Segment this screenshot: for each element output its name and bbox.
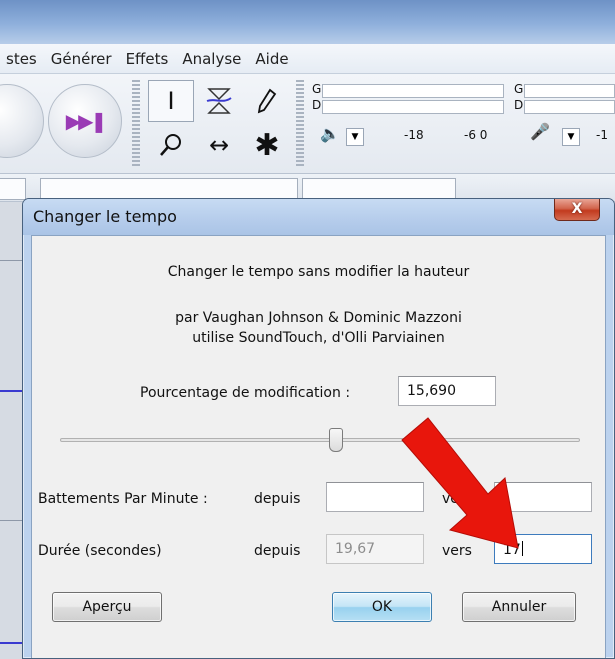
effect-library: utilise SoundTouch, d'Olli Parviainen (192, 330, 445, 346)
skip-to-end-icon: ▶▶❚ (65, 109, 108, 133)
menu-item-aide[interactable]: Aide (255, 50, 288, 68)
record-meter-dropdown[interactable]: ▼ (562, 128, 580, 146)
skip-to-end-button[interactable]: ▶▶❚ (48, 84, 122, 158)
playback-meter-d-label: D (312, 98, 322, 112)
dialog-body: Changer le tempo sans modifier la hauteu… (31, 235, 606, 658)
stop-button[interactable] (0, 84, 44, 158)
effect-authors: par Vaughan Johnson & Dominic Mazzoni (175, 310, 462, 326)
percent-slider[interactable] (60, 438, 580, 442)
multi-tool-icon[interactable]: ✱ (244, 124, 290, 166)
meter-toolbar: G D G D 🔈 ▼ -18 -6 0 🎤 ▼ -1 (308, 80, 615, 170)
meter-scale-1: -1 (596, 128, 608, 142)
duration-from-label: depuis (254, 543, 301, 559)
input-device-combo[interactable] (302, 178, 456, 200)
preview-button[interactable]: Aperçu (52, 592, 162, 622)
microphone-icon: 🎤 (530, 122, 550, 141)
record-meter-left[interactable] (524, 84, 615, 98)
draw-tool-icon[interactable] (244, 80, 290, 122)
effect-description: Changer le tempo sans modifier la hauteu… (167, 264, 470, 280)
timeshift-tool-icon[interactable]: ↔ (196, 124, 242, 166)
tools-toolbar: I ↔ ✱ (148, 80, 290, 168)
envelope-tool-icon[interactable] (196, 80, 242, 122)
bpm-to-input[interactable] (494, 482, 592, 512)
playback-meter-g-label: G (312, 82, 322, 96)
dialog-title: Changer le tempo (33, 207, 177, 226)
output-device-combo[interactable] (40, 178, 298, 200)
record-meter-d-label: D (514, 98, 524, 112)
menu-item-analyse[interactable]: Analyse (182, 50, 241, 68)
duration-from-input: 19,67 (326, 534, 424, 564)
menu-item-generer[interactable]: Générer (51, 50, 112, 68)
bpm-from-input[interactable] (326, 482, 424, 512)
cancel-button[interactable]: Annuler (462, 592, 576, 622)
host-combo[interactable] (0, 178, 26, 200)
duration-to-input[interactable]: 17 (494, 534, 592, 564)
playback-meter-dropdown[interactable]: ▼ (346, 128, 364, 146)
toolbar-grip[interactable] (132, 80, 140, 168)
duration-label: Durée (secondes) (38, 543, 162, 559)
duration-to-value: 17 (503, 542, 521, 558)
menu-item-effets[interactable]: Effets (126, 50, 169, 68)
menubar: stes Générer Effets Analyse Aide (0, 44, 615, 74)
text-caret (521, 541, 523, 556)
record-meter-right[interactable] (524, 100, 615, 114)
close-button[interactable]: X (554, 199, 600, 221)
speaker-icon: 🔈 (320, 124, 340, 143)
meter-scale-18: -18 (404, 128, 424, 142)
bpm-from-label: depuis (254, 491, 301, 507)
bpm-label: Battements Par Minute : (38, 491, 208, 507)
app-titlebar (0, 0, 615, 44)
percent-slider-thumb[interactable] (328, 428, 343, 452)
playback-meter-right[interactable] (322, 100, 504, 114)
dialog-titlebar[interactable]: Changer le tempo X (23, 199, 614, 235)
change-tempo-dialog: Changer le tempo X Changer le tempo sans… (22, 198, 615, 659)
duration-to-label: vers (442, 543, 472, 559)
zoom-tool-icon[interactable] (148, 124, 194, 166)
percent-change-input[interactable]: 15,690 (398, 376, 496, 406)
toolbar-grip[interactable] (296, 80, 304, 168)
selection-tool-icon[interactable]: I (148, 80, 194, 122)
meter-scale-6-0: -6 0 (464, 128, 488, 142)
ok-button[interactable]: OK (332, 592, 432, 622)
menu-item-listes[interactable]: stes (6, 50, 37, 68)
playback-meter-left[interactable] (322, 84, 504, 98)
bpm-to-label: vers (442, 491, 472, 507)
percent-change-label: Pourcentage de modification : (140, 385, 351, 401)
record-meter-g-label: G (514, 82, 524, 96)
